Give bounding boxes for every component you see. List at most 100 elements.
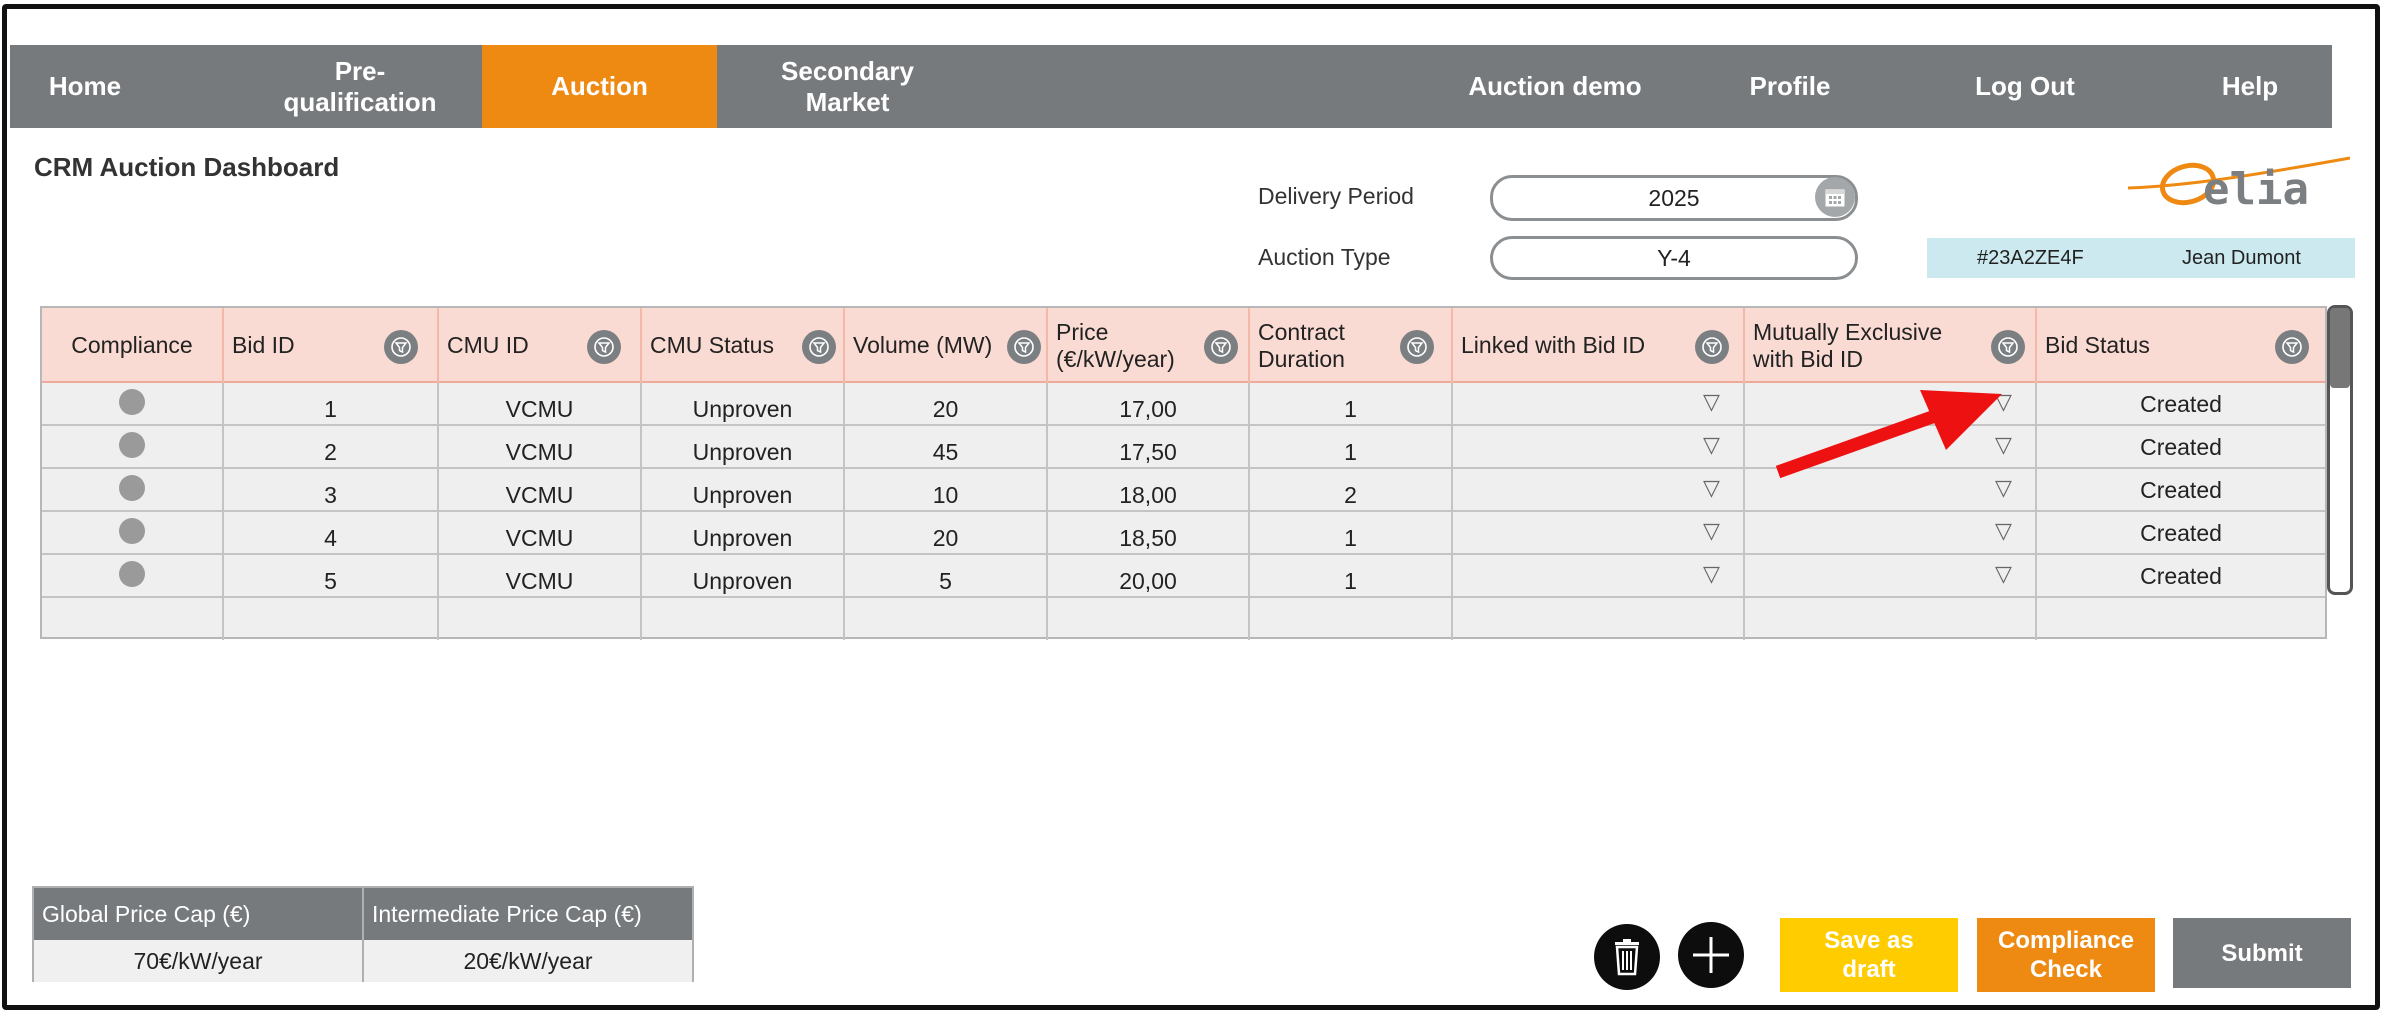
- bid-id-cell: 3: [224, 469, 439, 511]
- col-bid-id: Bid ID: [224, 308, 439, 383]
- empty-cell: [1048, 598, 1250, 640]
- cmu-id-cell: VCMU: [439, 383, 642, 425]
- cmu-status-cell: Unproven: [642, 383, 845, 425]
- price-cell: 18,50: [1048, 512, 1250, 554]
- calendar-icon[interactable]: [1815, 177, 1855, 217]
- filter-icon[interactable]: [1695, 330, 1729, 364]
- nav-secondary-market[interactable]: Secondary Market: [740, 45, 955, 128]
- dropdown-triangle-icon: ▽: [1703, 432, 1720, 457]
- delivery-period-field[interactable]: 2025: [1490, 175, 1858, 221]
- compliance-check-button[interactable]: Compliance Check: [1977, 918, 2155, 992]
- intermediate-price-cap-value: 20€/kW/year: [364, 940, 692, 982]
- logo-text: elia: [2203, 164, 2309, 215]
- nav-home[interactable]: Home: [10, 45, 160, 128]
- duration-cell: 1: [1250, 512, 1453, 554]
- table-scrollbar[interactable]: [2327, 305, 2353, 595]
- nav-auction-demo[interactable]: Auction demo: [1440, 45, 1670, 128]
- elia-logo: elia: [2118, 146, 2358, 216]
- empty-cell: [224, 598, 439, 640]
- col-mutually-exclusive: Mutually Exclusive with Bid ID: [1745, 308, 2037, 383]
- volume-cell: 20: [845, 383, 1048, 425]
- filter-icon[interactable]: [802, 330, 836, 364]
- filter-icon[interactable]: [2275, 330, 2309, 364]
- duration-cell: 1: [1250, 383, 1453, 425]
- linked-bid-select[interactable]: ▽: [1453, 469, 1745, 511]
- nav-profile[interactable]: Profile: [1710, 45, 1870, 128]
- cmu-id-cell: VCMU: [439, 512, 642, 554]
- bid-id-cell: 4: [224, 512, 439, 554]
- compliance-cell: [42, 512, 224, 554]
- nav-prequalification[interactable]: Pre- qualification: [260, 45, 460, 128]
- user-id: #23A2ZE4F: [1977, 247, 2084, 269]
- delivery-period-value: 2025: [1648, 184, 1700, 211]
- volume-cell: 20: [845, 512, 1048, 554]
- dropdown-triangle-icon: ▽: [1703, 518, 1720, 543]
- bid-status-cell: Created: [2140, 562, 2222, 589]
- delivery-period-label: Delivery Period: [1258, 183, 1414, 209]
- duration-cell: 2: [1250, 469, 1453, 511]
- compliance-cell: [42, 383, 224, 425]
- compliance-status-dot: [119, 561, 145, 587]
- dropdown-triangle-icon: ▽: [1703, 475, 1720, 500]
- linked-bid-select[interactable]: ▽: [1453, 555, 1745, 597]
- filter-icon[interactable]: [1400, 330, 1434, 364]
- mutually-exclusive-select[interactable]: ▽: [1745, 555, 2037, 597]
- compliance-status-dot: [119, 432, 145, 458]
- price-cell: 20,00: [1048, 555, 1250, 597]
- compliance-cell: [42, 555, 224, 597]
- table-row[interactable]: 4 VCMU Unproven 20 18,50 1 ▽ ▽ Created: [42, 512, 2325, 555]
- filter-icon[interactable]: [1991, 330, 2025, 364]
- empty-cell: [1745, 598, 2037, 640]
- delete-button[interactable]: [1594, 924, 1660, 990]
- bid-status-cell: Created: [2140, 390, 2222, 417]
- duration-cell: 1: [1250, 426, 1453, 468]
- empty-cell: [42, 598, 224, 640]
- filter-icon[interactable]: [384, 330, 418, 364]
- filter-icon[interactable]: [1204, 330, 1238, 364]
- bid-status-cell: Created: [2140, 519, 2222, 546]
- empty-cell: [1250, 598, 1453, 640]
- col-contract-duration: Contract Duration: [1250, 308, 1453, 383]
- linked-bid-select[interactable]: ▽: [1453, 426, 1745, 468]
- col-compliance: Compliance: [42, 308, 224, 383]
- volume-cell: 10: [845, 469, 1048, 511]
- volume-cell: 5: [845, 555, 1048, 597]
- cmu-status-cell: Unproven: [642, 426, 845, 468]
- cmu-id-cell: VCMU: [439, 426, 642, 468]
- compliance-status-dot: [119, 518, 145, 544]
- dropdown-triangle-icon: ▽: [1703, 561, 1720, 586]
- auction-type-field[interactable]: Y-4: [1490, 236, 1858, 280]
- scrollbar-thumb[interactable]: [2330, 308, 2350, 388]
- nav-logout[interactable]: Log Out: [1945, 45, 2105, 128]
- compliance-cell: [42, 469, 224, 511]
- mutually-exclusive-select[interactable]: ▽: [1745, 512, 2037, 554]
- filter-icon[interactable]: [587, 330, 621, 364]
- nav-help[interactable]: Help: [2180, 45, 2320, 128]
- compliance-cell: [42, 426, 224, 468]
- filter-icon[interactable]: [1007, 330, 1041, 364]
- cmu-id-cell: VCMU: [439, 469, 642, 511]
- save-draft-button[interactable]: Save as draft: [1780, 918, 1958, 992]
- col-volume: Volume (MW): [845, 308, 1048, 383]
- add-button[interactable]: [1678, 922, 1744, 988]
- dropdown-triangle-icon: ▽: [1995, 518, 2012, 543]
- price-cell: 17,50: [1048, 426, 1250, 468]
- linked-bid-select[interactable]: ▽: [1453, 383, 1745, 425]
- global-price-cap-value: 70€/kW/year: [34, 940, 364, 982]
- table-row[interactable]: 5 VCMU Unproven 5 20,00 1 ▽ ▽ Created: [42, 555, 2325, 598]
- table-row-empty[interactable]: [42, 598, 2325, 641]
- col-bid-status: Bid Status: [2037, 308, 2325, 383]
- price-caps-table: Global Price Cap (€) Intermediate Price …: [32, 886, 694, 982]
- auction-type-label: Auction Type: [1258, 244, 1391, 270]
- col-linked-bid: Linked with Bid ID: [1453, 308, 1745, 383]
- compliance-status-dot: [119, 475, 145, 501]
- user-info: #23A2ZE4F Jean Dumont: [1927, 238, 2355, 278]
- arrow-annotation: [1775, 390, 2002, 479]
- empty-cell: [2037, 598, 2325, 640]
- empty-cell: [439, 598, 642, 640]
- nav-auction[interactable]: Auction: [482, 45, 717, 128]
- empty-cell: [845, 598, 1048, 640]
- bid-status-cell: Created: [2140, 476, 2222, 503]
- submit-button[interactable]: Submit: [2173, 918, 2351, 988]
- linked-bid-select[interactable]: ▽: [1453, 512, 1745, 554]
